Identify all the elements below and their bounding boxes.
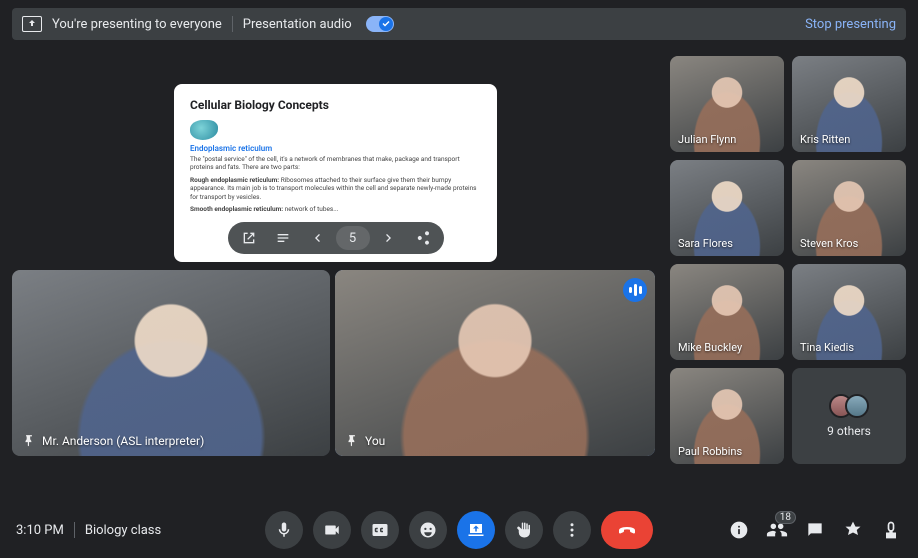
presenting-text: You're presenting to everyone [52,17,222,32]
pin-icon [22,434,36,448]
reactions-button[interactable] [409,511,447,549]
presentation-p1: The "postal service" of the cell, it's a… [190,155,481,172]
presentation-audio-label: Presentation audio [243,17,352,32]
captions-button[interactable] [361,511,399,549]
others-avatars [829,394,869,418]
clock: 3:10 PM [16,523,64,538]
participant-tile[interactable]: Julian Flynn [670,56,784,152]
slide-number: 5 [336,226,370,250]
participant-tile[interactable]: Sara Flores [670,160,784,256]
banner-separator [232,16,233,32]
activities-button[interactable] [842,519,864,541]
video-stage: Cellular Biology Concepts Endoplasmic re… [12,48,906,498]
bottom-bar: 3:10 PM Biology class 18 [0,502,918,558]
present-button[interactable] [457,511,495,549]
pop-out-icon[interactable] [234,223,264,253]
presentation-audio-toggle[interactable] [366,16,394,32]
presentation-banner: You're presenting to everyone Presentati… [12,8,906,40]
others-tile[interactable]: 9 others [792,368,906,464]
end-call-button[interactable] [601,511,653,549]
presentation-p3: Smooth endoplasmic reticulum: network of… [190,205,481,213]
meeting-name: Biology class [85,523,161,538]
participant-count-badge: 18 [775,511,796,524]
presentation-toolbar: 5 [228,222,444,254]
participant-grid: Julian Flynn Kris Ritten Sara Flores Ste… [670,56,906,464]
notes-icon[interactable] [268,223,298,253]
share-icon[interactable] [408,223,438,253]
participant-tile-anderson[interactable]: Mr. Anderson (ASL interpreter) [12,270,330,456]
participant-tile[interactable]: Mike Buckley [670,264,784,360]
cell-illustration [190,120,218,140]
pin-icon [345,434,359,448]
next-slide-button[interactable] [374,223,404,253]
presentation-subhead: Endoplasmic reticulum [190,144,481,153]
right-controls: 18 [728,519,902,541]
host-controls-button[interactable] [880,519,902,541]
participant-tile[interactable]: Paul Robbins [670,368,784,464]
avatar [845,394,869,418]
prev-slide-button[interactable] [302,223,332,253]
present-screen-icon [22,16,42,32]
video-placeholder [335,270,655,456]
participant-label: You [345,434,385,448]
microphone-button[interactable] [265,511,303,549]
participant-tile[interactable]: Steven Kros [792,160,906,256]
call-controls [265,511,653,549]
participant-tile-you[interactable]: You [335,270,655,456]
presentation-tile: Cellular Biology Concepts Endoplasmic re… [174,84,497,262]
participant-label: Mr. Anderson (ASL interpreter) [22,434,204,448]
presentation-document: Cellular Biology Concepts Endoplasmic re… [174,84,497,228]
others-count: 9 others [827,424,871,438]
presentation-p2: Rough endoplasmic reticulum: Ribosomes a… [190,176,481,201]
bottom-separator [74,522,75,538]
participant-tile[interactable]: Kris Ritten [792,56,906,152]
camera-button[interactable] [313,511,351,549]
participant-tile[interactable]: Tina Kiedis [792,264,906,360]
more-options-button[interactable] [553,511,591,549]
chat-button[interactable] [804,519,826,541]
participants-button[interactable]: 18 [766,519,788,541]
meeting-details-button[interactable] [728,519,750,541]
video-placeholder [12,270,330,456]
stop-presenting-link[interactable]: Stop presenting [805,17,896,32]
speaking-indicator-icon [623,278,647,302]
raise-hand-button[interactable] [505,511,543,549]
presentation-title: Cellular Biology Concepts [190,98,481,112]
